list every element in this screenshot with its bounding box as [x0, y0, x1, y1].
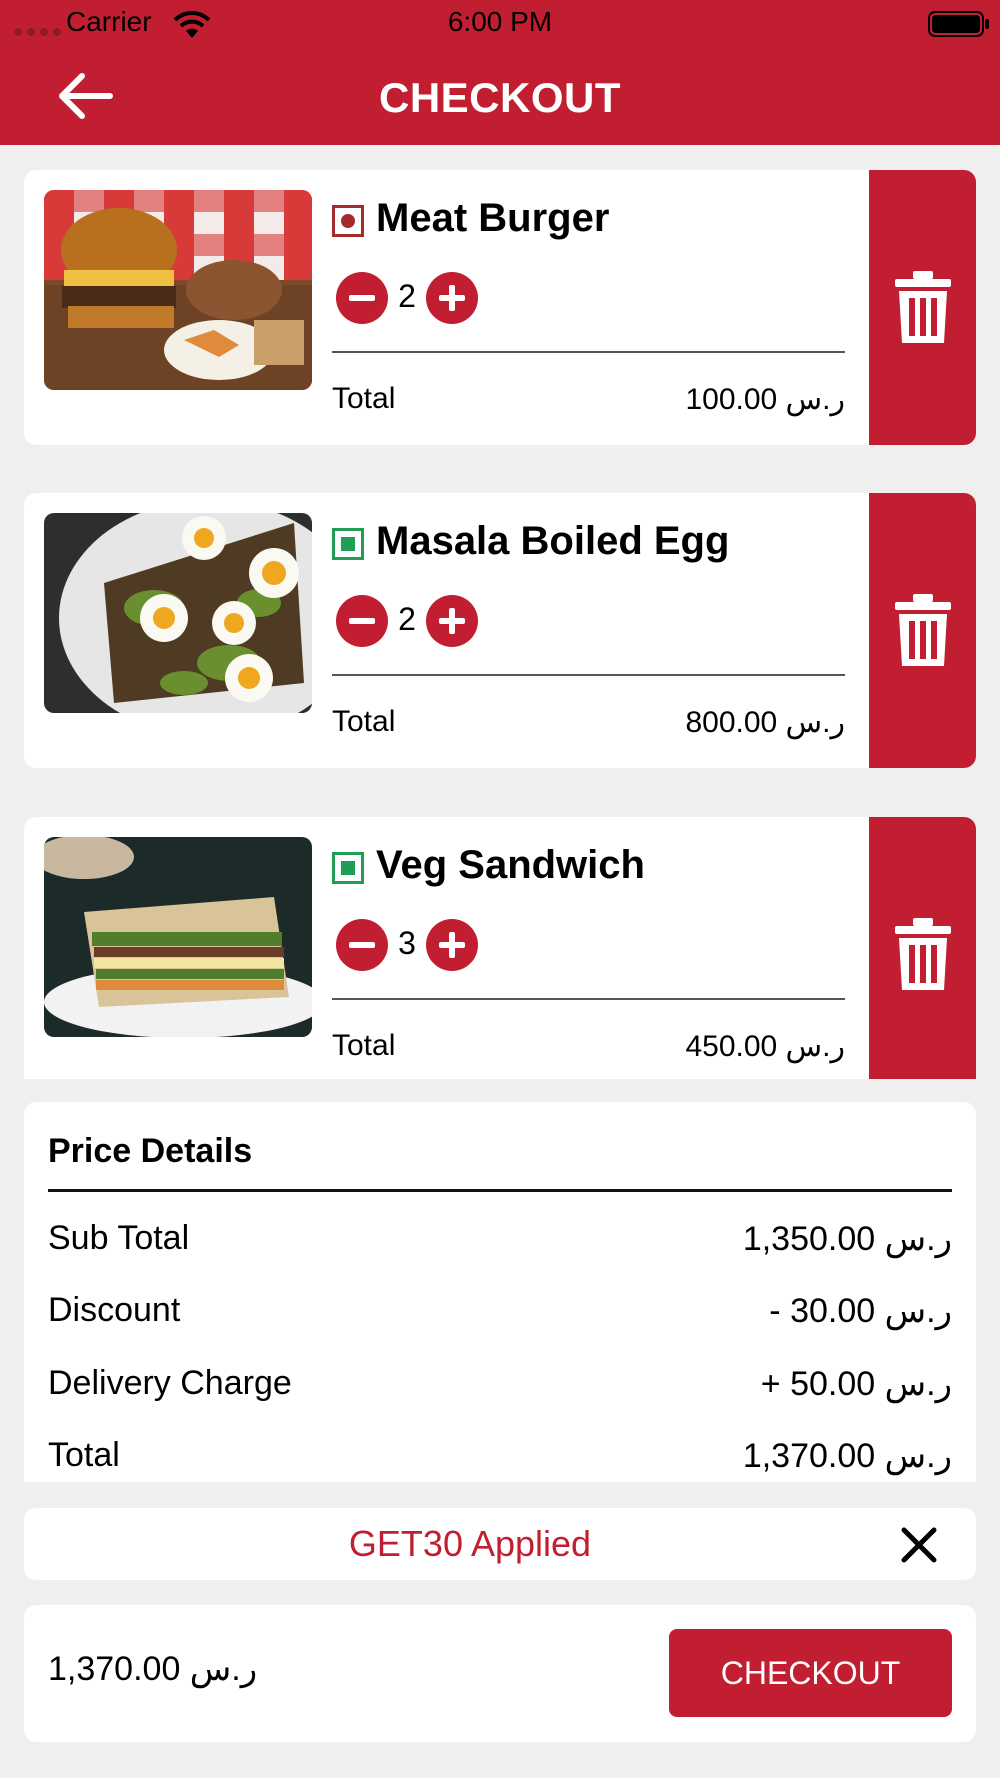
delete-item-button[interactable]	[869, 493, 976, 768]
divider	[48, 1189, 952, 1192]
page-title: CHECKOUT	[379, 74, 621, 121]
checkout-bar: 1,370.00 ر.س CHECKOUT	[24, 1605, 976, 1742]
cart-item: Masala Boiled Egg 2 Total 800.00 ر.س	[24, 493, 976, 768]
veg-sandwich-image	[44, 837, 312, 1037]
delete-item-button[interactable]	[869, 817, 976, 1079]
grand-total: 1,370.00 ر.س	[48, 1650, 258, 1688]
item-name: Veg Sandwich	[376, 843, 645, 887]
meat-burger-image	[44, 190, 312, 390]
item-total-value: 100.00 ر.س	[685, 383, 845, 416]
status-time: 6:00 PM	[447, 6, 553, 37]
price-row-label: Discount	[48, 1291, 181, 1329]
decrease-quantity-button[interactable]	[336, 595, 388, 647]
quantity-value: 2	[398, 601, 416, 637]
price-row-label: Delivery Charge	[48, 1364, 292, 1402]
price-details-title: Price Details	[48, 1132, 253, 1170]
item-total-label: Total	[332, 382, 396, 415]
price-row-discount: Discount - ر.س 30.00	[48, 1291, 952, 1335]
checkout-button[interactable]: CHECKOUT	[669, 1629, 952, 1717]
trash-icon	[895, 918, 951, 990]
item-name: Masala Boiled Egg	[376, 519, 730, 563]
price-row-subtotal: Sub Total 1,350.00 ر.س	[48, 1219, 952, 1263]
item-total-label: Total	[332, 705, 396, 738]
coupon-applied-text: GET30 Applied	[348, 1523, 592, 1564]
increase-quantity-button[interactable]	[426, 919, 478, 971]
item-total-value: 450.00 ر.س	[685, 1030, 845, 1063]
increase-quantity-button[interactable]	[426, 272, 478, 324]
price-row-value: 1,350.00 ر.س	[742, 1220, 952, 1258]
cart-item: Meat Burger 2 Total 100.00 ر.س	[24, 170, 976, 445]
item-total-label: Total	[332, 1029, 396, 1062]
quantity-value: 2	[398, 278, 416, 314]
price-row-label: Sub Total	[48, 1219, 190, 1257]
coupon-card: GET30 Applied	[24, 1508, 976, 1580]
trash-icon	[895, 271, 951, 343]
quantity-value: 3	[398, 925, 416, 961]
non-veg-indicator-icon	[332, 205, 364, 237]
delete-item-button[interactable]	[869, 170, 976, 445]
decrease-quantity-button[interactable]	[336, 919, 388, 971]
price-row-label: Total	[48, 1436, 120, 1474]
battery-icon	[928, 11, 989, 37]
veg-indicator-icon	[332, 852, 364, 884]
divider	[332, 674, 845, 676]
price-row-total: Total 1,370.00 ر.س	[48, 1436, 952, 1480]
status-bar: Carrier 6:00 PM	[0, 0, 1000, 48]
veg-indicator-icon	[332, 528, 364, 560]
trash-icon	[895, 594, 951, 666]
price-row-value: + ر.س 50.00	[760, 1365, 952, 1403]
divider	[332, 998, 845, 1000]
app-header: Carrier 6:00 PM CHECKOUT	[0, 0, 1000, 145]
remove-coupon-close-icon[interactable]	[900, 1526, 938, 1564]
price-details-card: Price Details Sub Total 1,350.00 ر.س Dis…	[24, 1102, 976, 1482]
item-name: Meat Burger	[376, 196, 610, 240]
cart-item: Veg Sandwich 3 Total 450.00 ر.س	[24, 817, 976, 1079]
price-row-value: 1,370.00 ر.س	[742, 1437, 952, 1475]
item-total-value: 800.00 ر.س	[685, 706, 845, 739]
increase-quantity-button[interactable]	[426, 595, 478, 647]
divider	[332, 351, 845, 353]
decrease-quantity-button[interactable]	[336, 272, 388, 324]
price-row-value: - ر.س 30.00	[769, 1292, 952, 1330]
masala-boiled-egg-image	[44, 513, 312, 713]
price-row-delivery-charge: Delivery Charge + ر.س 50.00	[48, 1364, 952, 1408]
